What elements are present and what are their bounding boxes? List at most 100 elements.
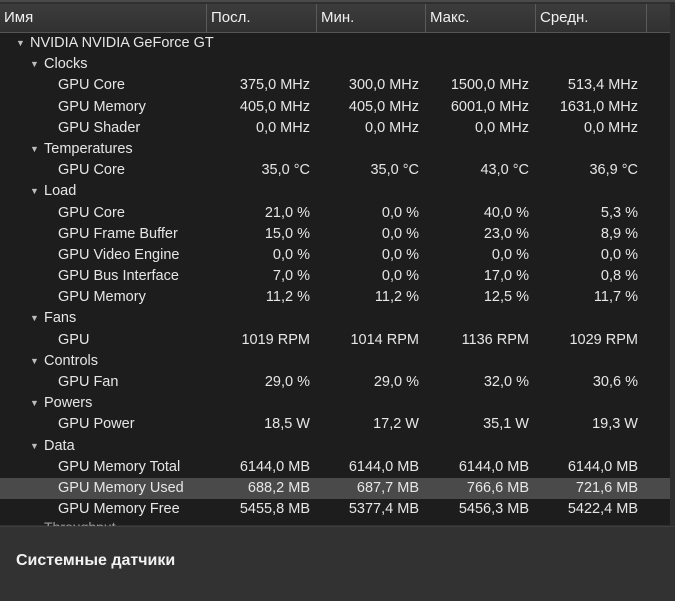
column-header-name[interactable]: Имя [0,4,207,32]
value-last: 15,0 % [264,225,310,242]
expand-arrow-icon[interactable]: ▼ [16,33,25,54]
footer-title: Системные датчики [16,552,176,569]
value-min: 6144,0 MB [348,458,419,475]
value-last: 375,0 MHz [239,77,310,94]
row-label: Load [44,183,77,200]
value-last: 688,2 MB [247,479,310,496]
value-avg: 0,0 MHz [584,119,638,136]
expand-arrow-icon[interactable]: ▼ [30,393,39,414]
column-header-avg[interactable]: Средн. [536,4,647,32]
value-min: 300,0 MHz [348,77,419,94]
sensor-row[interactable]: GPU Core 375,0 MHz 300,0 MHz 1500,0 MHz 513,… [0,75,670,96]
expand-arrow-icon[interactable]: ▼ [30,351,39,372]
row-label: NVIDIA NVIDIA GeForce GT [30,35,214,51]
row-label: GPU Power [58,416,135,433]
value-max: 1136 RPM [461,331,529,348]
tree-group-row[interactable]: ▼ Load [0,181,670,202]
sensor-row[interactable]: GPU Memory 11,2 % 11,2 % 12,5 % 11,7 % [0,287,670,308]
value-avg: 1029 RPM [569,331,638,348]
sensor-row[interactable]: GPU Power 18,5 W 17,2 W 35,1 W 19,3 W [0,414,670,435]
sensor-row[interactable]: GPU Memory 405,0 MHz 405,0 MHz 6001,0 MHz 16… [0,97,670,118]
value-last: 405,0 MHz [239,98,310,115]
sensor-row[interactable]: GPU Memory Used 688,2 MB 687,7 MB 766,6 MB 7… [0,477,670,500]
value-max: 12,5 % [483,289,529,306]
tree-group-row[interactable]: ▼ Powers [0,393,670,414]
row-label: GPU Core [58,204,125,221]
cutoff-row-label: Throughput [44,517,116,526]
value-last: 6144,0 MB [239,458,310,475]
sensor-row[interactable]: GPU Core 21,0 % 0,0 % 40,0 % 5,3 % [0,203,670,224]
sensor-row[interactable]: GPU Memory Total 6144,0 MB 6144,0 MB 6144,0… [0,457,670,478]
tree-group-row[interactable]: ▼ Temperatures [0,139,670,160]
value-max: 5456,3 MB [458,501,529,518]
sensor-row[interactable]: GPU Frame Buffer 15,0 % 0,0 % 23,0 % 8,9 % [0,224,670,245]
row-label: GPU Core [58,162,125,179]
tree-group-row[interactable]: ▼ Controls [0,351,670,372]
row-label: GPU Fan [58,374,119,390]
value-last: 11,2 % [265,289,310,306]
footer-bar: Системные датчики [0,526,675,601]
value-min: 0,0 % [381,246,419,263]
tree-group-row[interactable]: ▼ NVIDIA NVIDIA GeForce GT [0,33,670,54]
value-last: 7,0 % [272,268,310,285]
value-min: 0,0 MHz [365,119,419,136]
table-header: Имя Посл. Мин. Макс. Средн. [0,4,670,33]
value-avg: 5,3 % [600,204,638,221]
top-divider [0,0,675,2]
tree-group-row[interactable]: ▼ Clocks [0,54,670,75]
row-label: Powers [44,395,93,412]
value-max: 32,0 % [483,374,529,390]
column-header-min[interactable]: Мин. [317,4,426,32]
value-min: 0,0 % [381,225,419,242]
column-header-max[interactable]: Макс. [426,4,536,32]
row-label: Data [44,437,75,454]
value-avg: 0,0 % [600,246,638,263]
expand-arrow-icon[interactable]: ▼ [30,54,39,75]
value-min: 0,0 % [381,204,419,221]
tree-group-row[interactable]: ▼ Fans [0,308,670,329]
expand-arrow-icon[interactable]: ▼ [30,436,39,457]
sensor-row[interactable]: GPU Bus Interface 7,0 % 0,0 % 17,0 % 0,8 % [0,266,670,287]
sensor-row[interactable]: GPU Shader 0,0 MHz 0,0 MHz 0,0 MHz 0,0 MHz [0,118,670,139]
value-min: 29,0 % [373,374,419,390]
value-avg: 513,4 MHz [567,77,638,94]
value-last: 29,0 % [264,374,310,390]
sensor-row[interactable]: GPU Fan 29,0 % 29,0 % 32,0 % 30,6 % [0,372,670,393]
expand-arrow-icon[interactable]: ▼ [30,181,39,202]
value-min: 1014 RPM [350,331,419,348]
value-max: 35,1 W [483,416,529,433]
tree-group-row[interactable]: ▼ Data [0,436,670,457]
sensor-panel: Имя Посл. Мин. Макс. Средн. ▼ NVIDIA NVID… [0,4,670,525]
value-max: 766,6 MB [466,479,529,496]
row-label: Fans [44,310,77,327]
sensor-row[interactable]: GPU Core 35,0 °C 35,0 °C 43,0 °C 36,9 °C [0,160,670,181]
value-last: 1019 RPM [241,331,310,348]
value-avg: 6144,0 MB [567,458,638,475]
sensor-row[interactable]: GPU Video Engine 0,0 % 0,0 % 0,0 % 0,0 % [0,245,670,266]
sensor-tree: ▼ NVIDIA NVIDIA GeForce GT ▼ Clocks GPU Core… [0,33,670,520]
value-max: 0,0 % [491,246,529,263]
value-last: 21,0 % [264,204,310,221]
value-max: 23,0 % [483,225,529,242]
expand-arrow-icon[interactable]: ▼ [30,308,39,329]
value-avg: 1631,0 MHz [559,98,638,115]
value-last: 5455,8 MB [239,501,310,518]
row-label: Clocks [44,56,88,73]
value-last: 35,0 °C [261,162,310,179]
value-max: 6144,0 MB [458,458,529,475]
value-avg: 721,6 MB [575,479,638,496]
value-min: 35,0 °C [370,162,419,179]
value-min: 5377,4 MB [348,501,419,518]
value-avg: 5422,4 MB [567,501,638,518]
value-max: 1500,0 MHz [450,77,529,94]
row-label: GPU [58,331,90,348]
row-label: GPU Memory [58,289,146,306]
row-label: Controls [44,352,98,369]
value-max: 0,0 MHz [475,119,529,136]
column-header-last[interactable]: Посл. [207,4,317,32]
sensor-row[interactable]: GPU 1019 RPM 1014 RPM 1136 RPM 1029 RPM [0,330,670,351]
value-last: 18,5 W [264,416,310,433]
expand-arrow-icon[interactable]: ▼ [30,139,39,160]
value-min: 11,2 % [374,289,419,306]
row-label: GPU Shader [58,119,141,136]
